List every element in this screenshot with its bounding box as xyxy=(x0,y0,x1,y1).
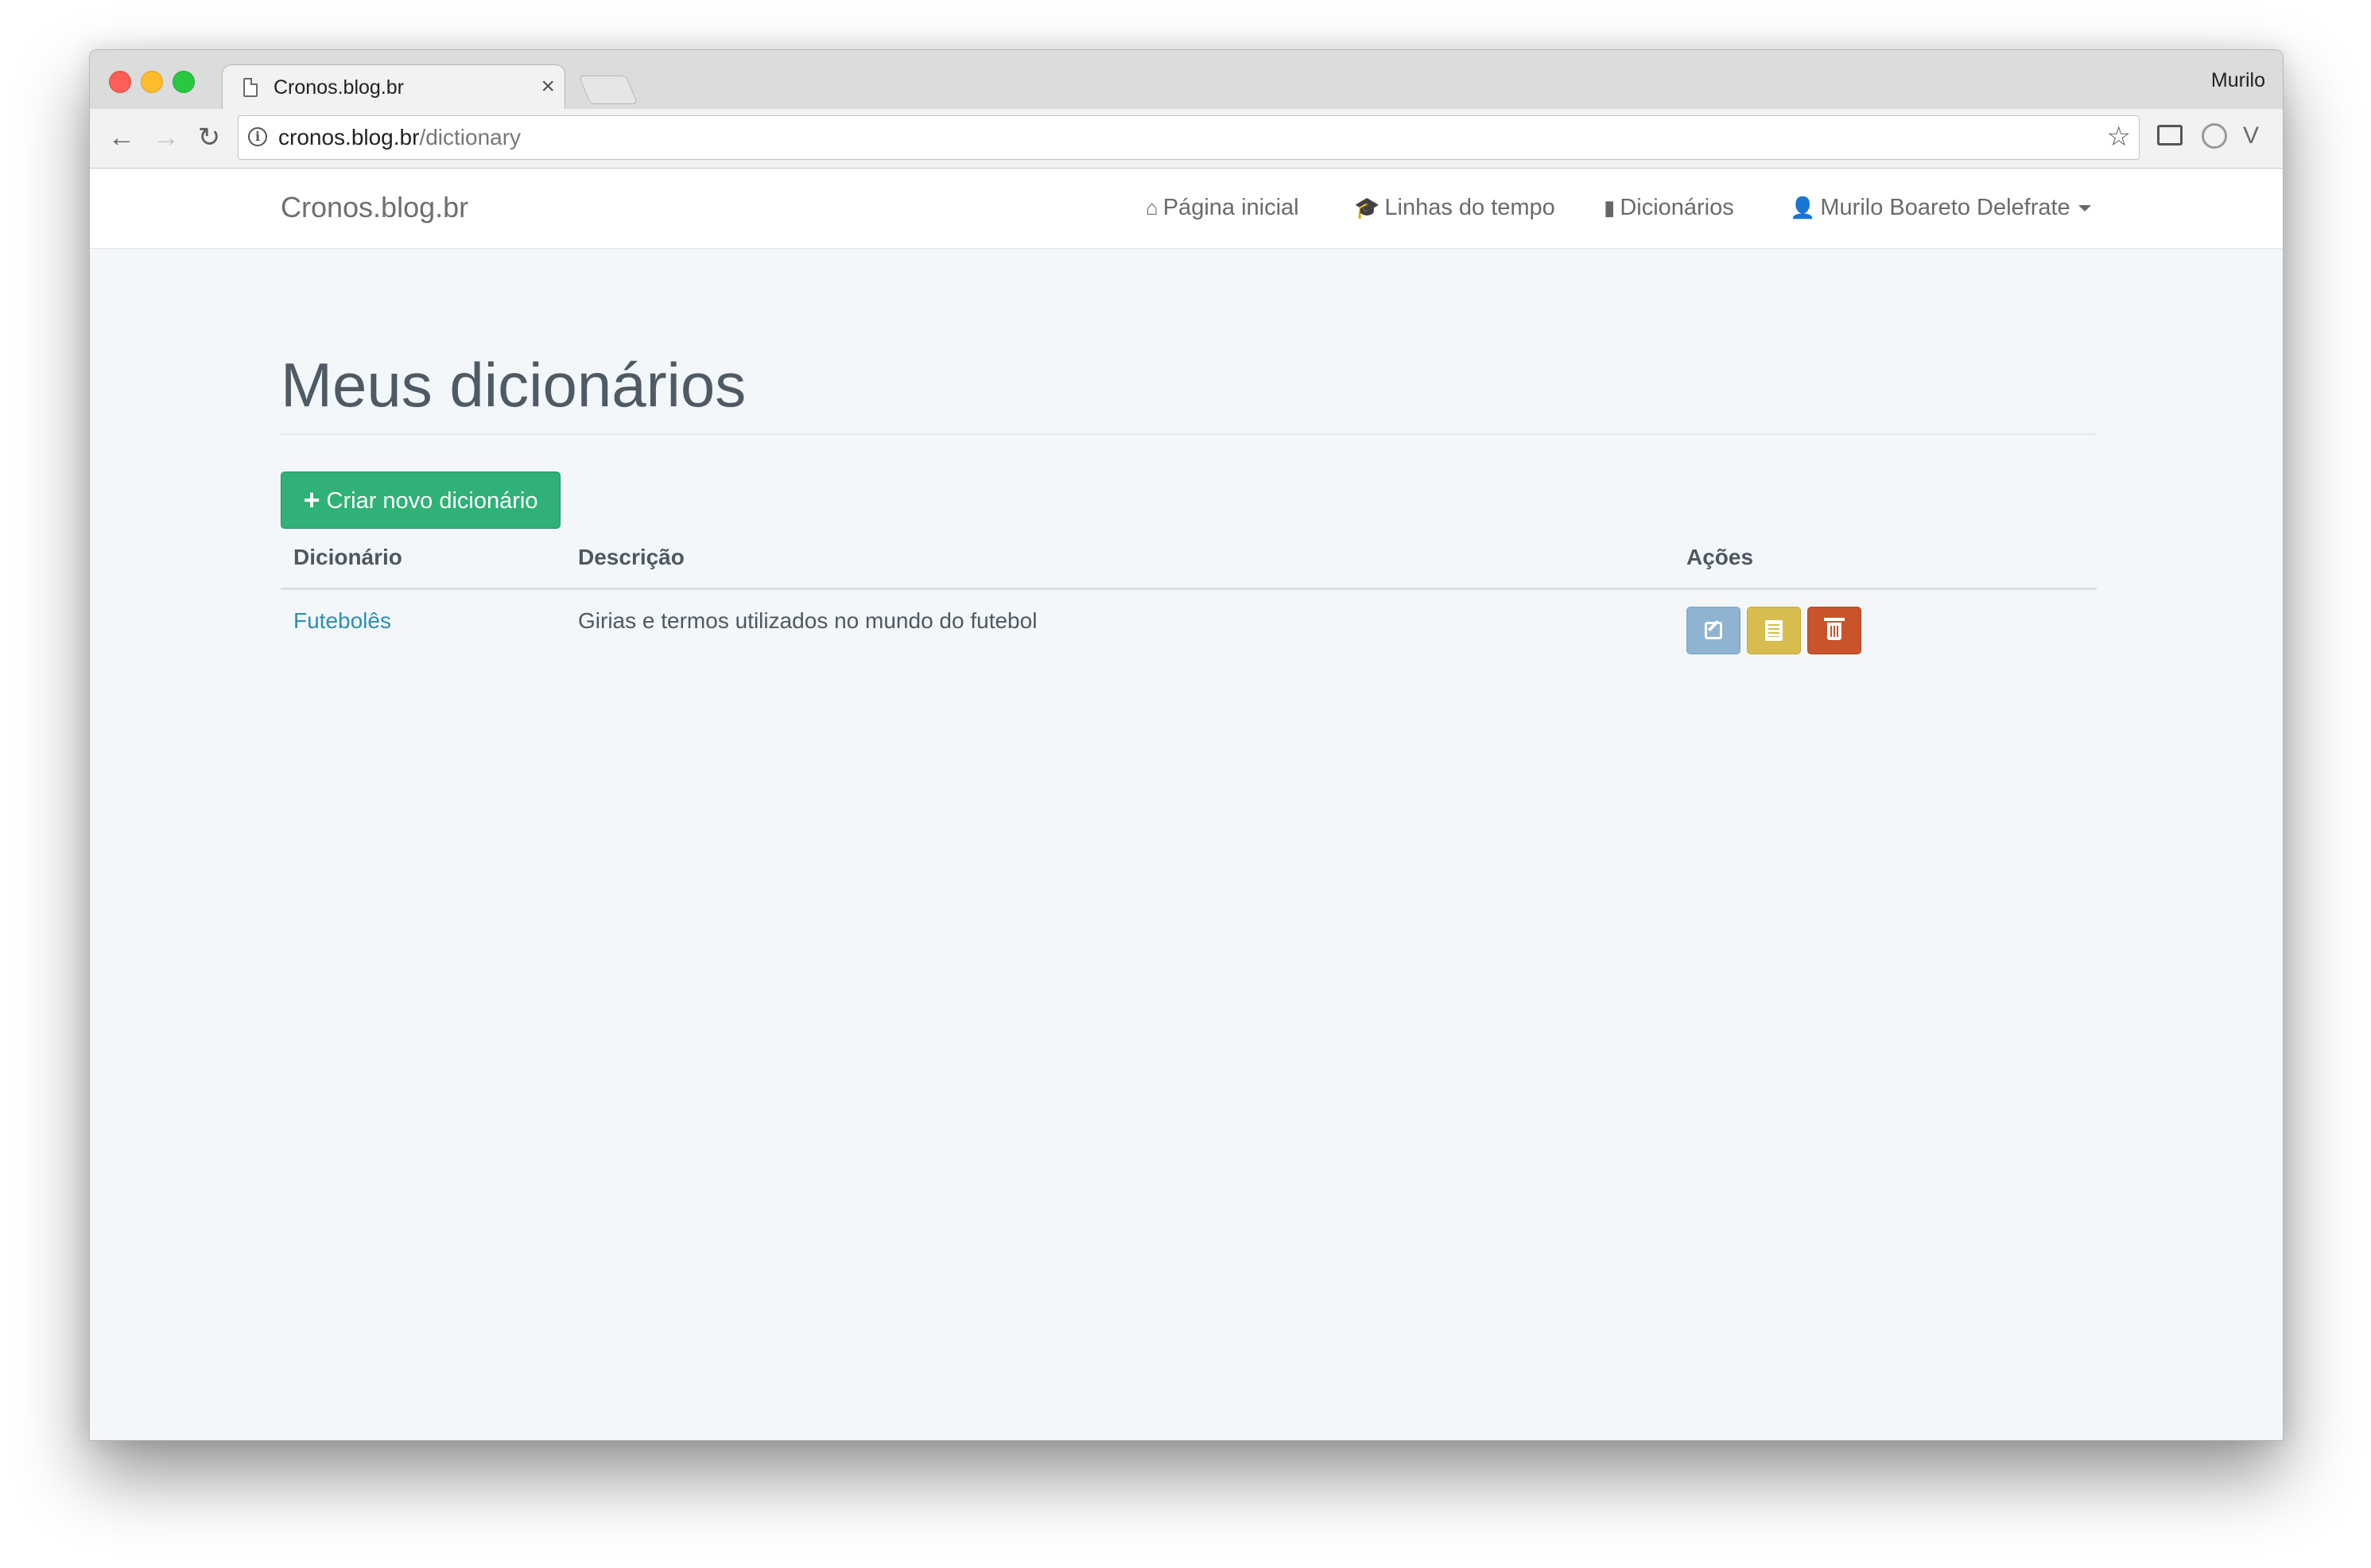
create-dictionary-label: Criar novo dicionário xyxy=(326,488,538,514)
tab-title: Cronos.blog.br xyxy=(274,76,404,99)
new-tab-button[interactable] xyxy=(578,76,638,104)
back-arrow-icon[interactable]: ← xyxy=(106,118,138,157)
extension-circle-icon[interactable] xyxy=(2202,123,2227,149)
nav-dictionaries-link[interactable]: ▮ Dicionários xyxy=(1604,195,1734,221)
column-header-dictionary: Dicionário xyxy=(293,545,402,569)
home-icon: ⌂ xyxy=(1146,196,1158,219)
user-icon: 👤 xyxy=(1790,196,1816,219)
info-icon[interactable]: i xyxy=(248,127,267,146)
trash-icon xyxy=(1824,618,1845,640)
url-path: /dictionary xyxy=(419,125,522,149)
nav-dictionaries-label: Dicionários xyxy=(1620,195,1734,220)
nav-home-label: Página inicial xyxy=(1162,195,1299,220)
delete-button[interactable] xyxy=(1807,607,1861,654)
edit-button[interactable] xyxy=(1686,607,1740,654)
window-maximize-button[interactable] xyxy=(173,71,195,93)
book-icon: ▮ xyxy=(1604,196,1616,219)
nav-timelines-label: Linhas do tempo xyxy=(1384,195,1555,220)
forward-arrow-icon[interactable]: → xyxy=(150,118,182,157)
browser-toolbar: ← → ↻ i cronos.blog.br/dictionary ☆ V ⋮ xyxy=(90,109,2283,169)
browser-window: Cronos.blog.br × Murilo ← → ↻ i cronos.b… xyxy=(89,49,2284,1441)
plus-icon: + xyxy=(303,483,320,516)
page-title: Meus dicionários xyxy=(281,350,747,420)
reload-icon[interactable]: ↻ xyxy=(193,118,225,157)
site-brand[interactable]: Cronos.blog.br xyxy=(281,191,468,224)
bookmark-star-icon[interactable]: ☆ xyxy=(2107,121,2131,153)
site-navbar: Cronos.blog.br ⌂ Página inicial 🎓 Linhas d… xyxy=(90,169,2283,249)
cast-icon[interactable] xyxy=(2157,125,2183,146)
document-icon xyxy=(243,78,258,97)
title-divider xyxy=(281,433,2097,435)
dictionary-name-link[interactable]: Futebolês xyxy=(293,608,391,634)
window-minimize-button[interactable] xyxy=(141,71,163,93)
dictionary-description: Girias e termos utilizados no mundo do f… xyxy=(578,608,1038,633)
view-entries-button[interactable] xyxy=(1747,607,1801,654)
url-domain: cronos.blog.br xyxy=(278,125,420,149)
profile-name[interactable]: Murilo xyxy=(2211,69,2265,92)
extension-v-icon[interactable]: V xyxy=(2243,120,2259,152)
caret-down-icon xyxy=(2078,205,2091,212)
list-icon xyxy=(1765,620,1783,641)
tab-strip: Cronos.blog.br × Murilo xyxy=(90,50,2283,111)
user-name: Murilo Boareto Delefrate xyxy=(1820,195,2070,220)
browser-tab[interactable]: Cronos.blog.br × xyxy=(222,64,565,111)
edit-icon xyxy=(1705,622,1722,639)
address-bar[interactable]: i cronos.blog.br/dictionary ☆ xyxy=(238,115,2140,160)
table-header-divider xyxy=(281,588,2097,590)
create-dictionary-button[interactable]: + Criar novo dicionário xyxy=(281,472,561,529)
column-header-description: Descrição xyxy=(578,545,685,569)
window-close-button[interactable] xyxy=(109,71,131,93)
graduation-cap-icon: 🎓 xyxy=(1354,196,1380,219)
user-menu-dropdown[interactable]: 👤 Murilo Boareto Delefrate xyxy=(1790,195,2091,221)
column-header-actions: Ações xyxy=(1686,545,1754,569)
url-text[interactable]: cronos.blog.br/dictionary xyxy=(278,125,521,150)
nav-home-link[interactable]: ⌂ Página inicial xyxy=(1146,195,1299,221)
nav-timelines-link[interactable]: 🎓 Linhas do tempo xyxy=(1354,195,1555,221)
tab-close-icon[interactable]: × xyxy=(541,73,555,100)
